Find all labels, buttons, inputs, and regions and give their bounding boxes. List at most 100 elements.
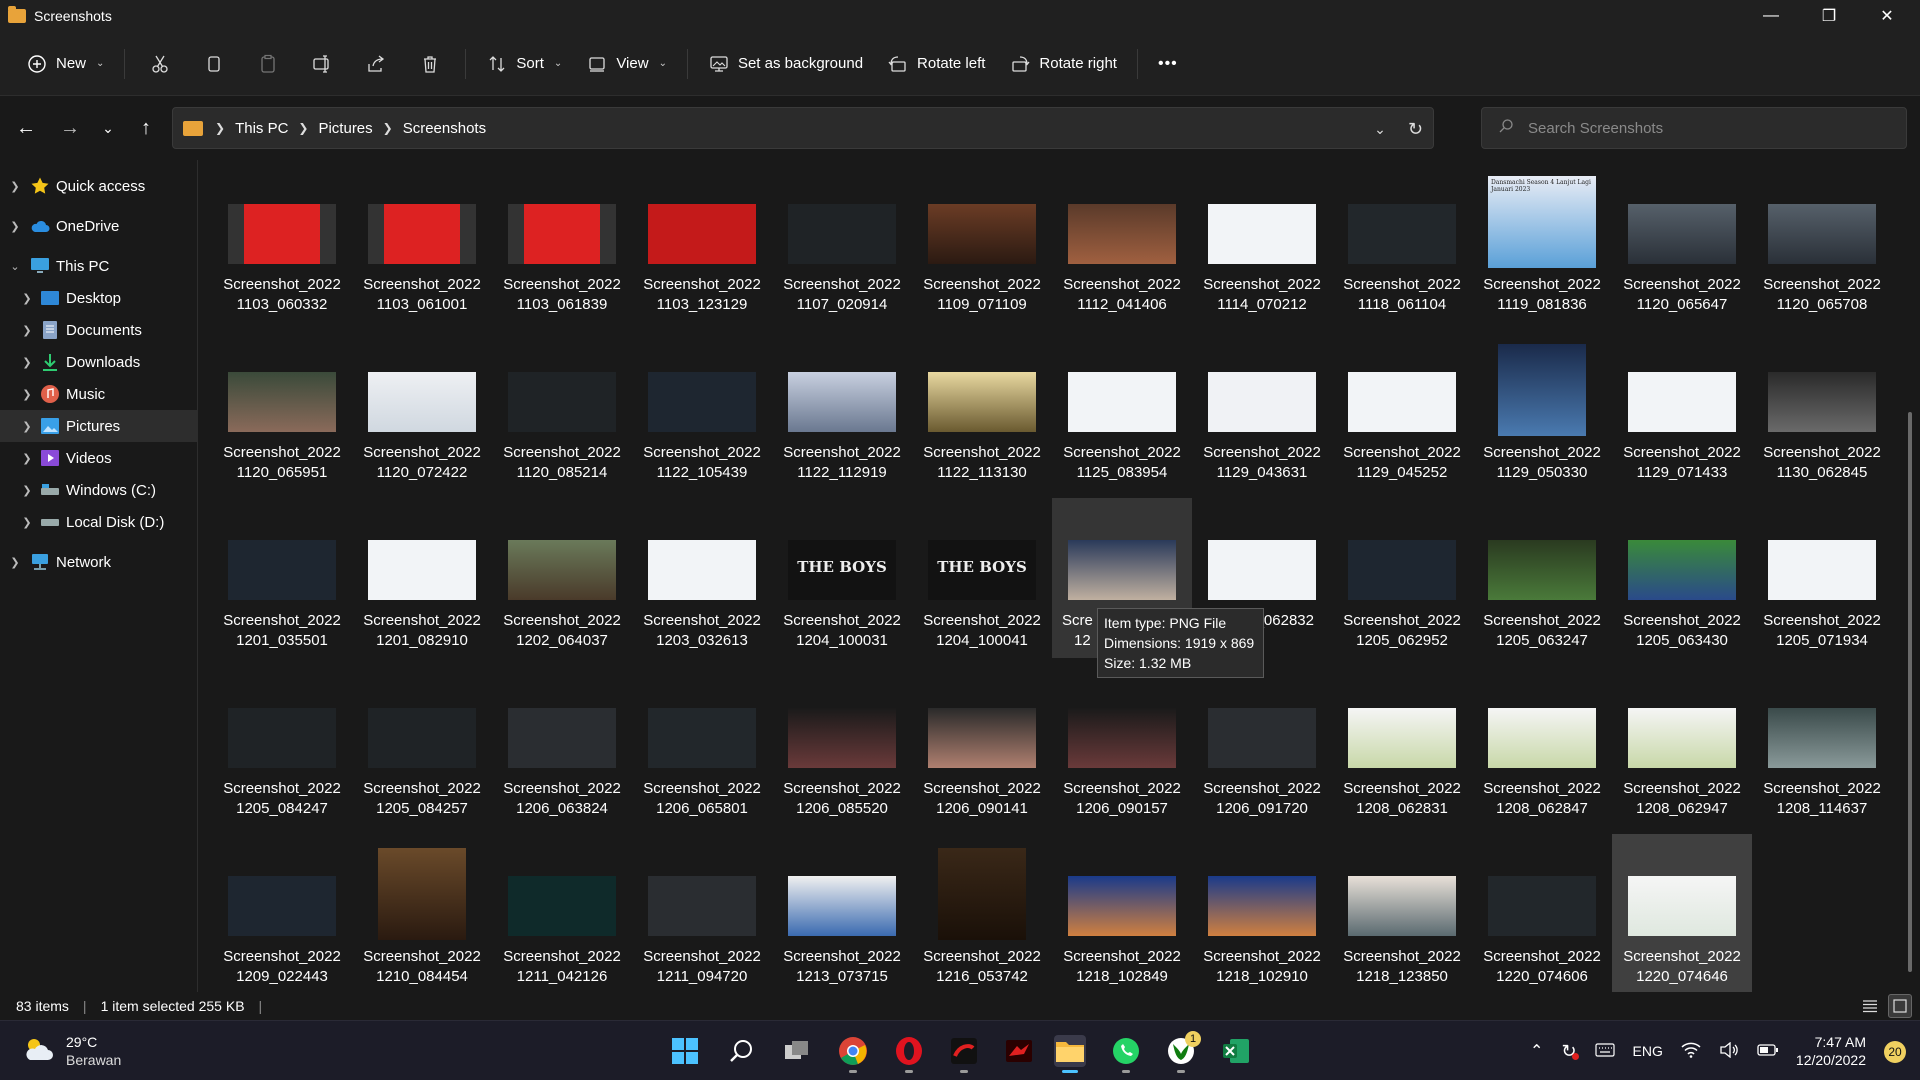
search-input[interactable]: Search Screenshots (1481, 107, 1907, 149)
weather-widget[interactable]: 29°C Berawan (22, 1033, 121, 1069)
input-language[interactable]: ENG (1633, 1043, 1663, 1059)
chevron-right-icon[interactable]: ❯ (20, 484, 34, 497)
file-item[interactable]: Screenshot_2022 1122_105439 (632, 330, 772, 490)
nav-item-onedrive[interactable]: ❯ OneDrive (0, 210, 197, 242)
cut-button[interactable] (133, 44, 187, 84)
file-item[interactable]: Screenshot_2022 1218_123850 (1332, 834, 1472, 994)
file-item[interactable]: Screenshot_2022 1125_083954 (1052, 330, 1192, 490)
start-button[interactable] (669, 1035, 701, 1067)
file-item[interactable]: Screenshot_2022 1205_071934 (1752, 498, 1892, 658)
file-item[interactable]: Screenshot_2022 1120_065647 (1612, 162, 1752, 322)
file-item[interactable]: Screenshot_2022 1208_062947 (1612, 666, 1752, 826)
sync-icon[interactable]: ↻ (1561, 1041, 1579, 1062)
details-view-button[interactable] (1858, 994, 1882, 1018)
breadcrumb-pictures[interactable]: Pictures (318, 120, 372, 137)
taskbar-whatsapp[interactable] (1110, 1035, 1142, 1073)
share-button[interactable] (349, 44, 403, 84)
close-button[interactable]: ✕ (1858, 0, 1916, 32)
file-item[interactable]: Screenshot_2022 1103_061001 (352, 162, 492, 322)
nav-item-documents[interactable]: ❯ Documents (0, 314, 197, 346)
file-item[interactable]: Screenshot_2022 1120_085214 (492, 330, 632, 490)
file-item[interactable]: Screenshot_2022 1103_060332 (212, 162, 352, 322)
chevron-right-icon[interactable]: ❯ (20, 516, 34, 529)
taskbar-excel[interactable] (1220, 1035, 1252, 1067)
file-item[interactable]: Screenshot_2022 1211_094720 (632, 834, 772, 994)
file-item[interactable]: Screenshot_2022 1206_090157 (1052, 666, 1192, 826)
back-button[interactable]: ← (4, 111, 48, 147)
file-item[interactable]: Screenshot_2022 1208_114637 (1752, 666, 1892, 826)
more-options-button[interactable]: ••• (1146, 44, 1190, 84)
file-item[interactable]: Screenshot_2022 1129_045252 (1332, 330, 1472, 490)
file-item[interactable]: Screenshot_2022 1205_062952 (1332, 498, 1472, 658)
file-item[interactable]: Screenshot_2022 1129_050330 (1472, 330, 1612, 490)
file-item[interactable]: Screenshot_2022 1109_071109 (912, 162, 1052, 322)
keyboard-icon[interactable] (1594, 1042, 1615, 1060)
clock[interactable]: 7:47 AM 12/20/2022 (1796, 1033, 1866, 1069)
restore-button[interactable]: ❐ (1800, 0, 1858, 32)
up-button[interactable]: ↑ (124, 111, 168, 147)
rename-button[interactable] (295, 44, 349, 84)
chevron-right-icon[interactable]: ❯ (20, 292, 34, 305)
chevron-right-icon[interactable]: ❯ (20, 324, 34, 337)
file-item[interactable]: Screenshot_2022 1120_065708 (1752, 162, 1892, 322)
volume-icon[interactable] (1719, 1041, 1739, 1061)
file-item[interactable]: Screenshot_2022 1118_061104 (1332, 162, 1472, 322)
file-item[interactable]: Screenshot_2022 1216_053742 (912, 834, 1052, 994)
copy-button[interactable] (187, 44, 241, 84)
file-item[interactable]: Dansmachi Season 4 Lanjut Lagi Januari 2… (1472, 162, 1612, 322)
nav-item-network[interactable]: ❯ Network (0, 546, 197, 578)
file-item[interactable]: Screenshot_2022 1120_072422 (352, 330, 492, 490)
file-item[interactable]: Screenshot_2022 1206_085520 (772, 666, 912, 826)
chevron-right-icon[interactable]: ❯ (20, 452, 34, 465)
show-hidden-icons-button[interactable]: ⌃ (1530, 1041, 1543, 1061)
nav-item-desktop[interactable]: ❯ Desktop (0, 282, 197, 314)
vertical-scrollbar[interactable] (1908, 412, 1912, 972)
notification-count-badge[interactable]: 20 (1884, 1041, 1906, 1063)
refresh-icon[interactable]: ↻ (1408, 119, 1423, 140)
file-item[interactable]: Screenshot_2022 1206_090141 (912, 666, 1052, 826)
minimize-button[interactable]: — (1742, 0, 1800, 32)
paste-button[interactable] (241, 44, 295, 84)
chevron-right-icon[interactable]: ❯ (8, 220, 22, 233)
file-item[interactable]: THE BOYS Screenshot_2022 1204_100031 (772, 498, 912, 658)
file-item[interactable]: Screenshot_2022 1114_070212 (1192, 162, 1332, 322)
nav-item-windows-c[interactable]: ❯ Windows (C:) (0, 474, 197, 506)
file-item[interactable]: Screenshot_2022 1201_035501 (212, 498, 352, 658)
nav-item-downloads[interactable]: ❯ Downloads (0, 346, 197, 378)
taskbar-xbox[interactable]: 1 (1165, 1031, 1201, 1073)
file-item[interactable]: Screenshot_2022 1107_020914 (772, 162, 912, 322)
taskbar-search-button[interactable] (725, 1035, 757, 1067)
file-item[interactable]: Screenshot_2022 1203_032613 (632, 498, 772, 658)
address-bar[interactable]: ❯ This PC ❯ Pictures ❯ Screenshots ⌄ ↻ (172, 107, 1434, 149)
battery-icon[interactable] (1757, 1043, 1779, 1059)
nav-item-music[interactable]: ❯ Music (0, 378, 197, 410)
file-item[interactable]: Screenshot_2022 1129_071433 (1612, 330, 1752, 490)
file-item[interactable]: Screenshot_2022 1210_084454 (352, 834, 492, 994)
file-item[interactable]: Screenshot_2022 1122_112919 (772, 330, 912, 490)
taskbar-chrome[interactable] (837, 1035, 869, 1073)
file-item[interactable]: Screenshot_2022 1205_063247 (1472, 498, 1612, 658)
chevron-right-icon[interactable]: ❯ (20, 356, 34, 369)
file-item[interactable]: Screenshot_2022 1208_062847 (1472, 666, 1612, 826)
view-button[interactable]: View ⌄ (574, 44, 679, 84)
file-item[interactable]: Screenshot_2022 1120_065951 (212, 330, 352, 490)
set-as-background-button[interactable]: Set as background (696, 44, 875, 84)
file-item[interactable]: Screenshot_2022 1206_065801 (632, 666, 772, 826)
file-item[interactable]: Screenshot_2022 1122_113130 (912, 330, 1052, 490)
task-view-button[interactable] (781, 1035, 813, 1067)
file-item[interactable]: Screenshot_2022 1112_041406 (1052, 162, 1192, 322)
address-dropdown-button[interactable]: ⌄ (1374, 121, 1386, 138)
file-item[interactable]: Screenshot_2022 1211_042126 (492, 834, 632, 994)
file-item[interactable]: Screenshot_2022 1213_073715 (772, 834, 912, 994)
chevron-down-icon[interactable]: ⌄ (8, 260, 22, 273)
chevron-right-icon[interactable]: ❯ (20, 420, 34, 433)
taskbar-opera[interactable] (893, 1035, 925, 1073)
chevron-right-icon[interactable]: ❯ (8, 180, 22, 193)
nav-item-local-disk-d[interactable]: ❯ Local Disk (D:) (0, 506, 197, 538)
taskbar-app-red[interactable] (948, 1035, 980, 1073)
large-icons-view-button[interactable] (1888, 994, 1912, 1018)
file-item[interactable]: Screenshot_2022 1205_063430 (1612, 498, 1752, 658)
rotate-left-button[interactable]: Rotate left (875, 44, 997, 84)
taskbar-file-explorer[interactable] (1054, 1035, 1086, 1073)
chevron-right-icon[interactable]: ❯ (8, 556, 22, 569)
